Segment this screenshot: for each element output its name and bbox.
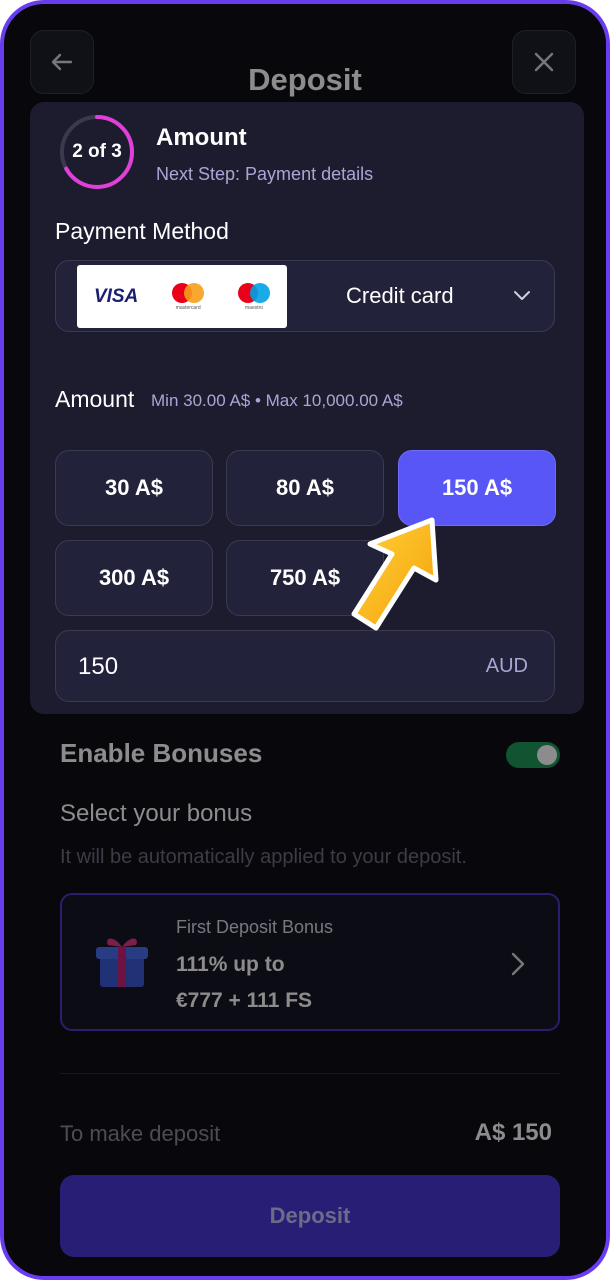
enable-bonuses-label: Enable Bonuses <box>60 738 263 768</box>
close-icon <box>534 52 554 72</box>
payment-method-label: Payment Method <box>55 218 229 244</box>
bonuses-toggle[interactable] <box>506 742 560 768</box>
amount-range: Min 30.00 A$ • Max 10,000.00 A$ <box>151 391 403 410</box>
mastercard-logo: mastercard <box>172 282 205 311</box>
deposit-amount-card: 2 of 3 Amount Next Step: Payment details… <box>30 102 584 714</box>
amount-label: Amount <box>55 386 135 412</box>
payment-method-select[interactable]: VISA mastercard maestro Credit card <box>55 260 555 332</box>
select-bonus-subtitle: It will be automatically applied to your… <box>60 846 467 868</box>
step-counter: 2 of 3 <box>72 141 122 162</box>
bonus-name: First Deposit Bonus <box>176 917 334 937</box>
amount-chip-30[interactable]: 30 A$ <box>55 450 213 526</box>
bonus-offer-line1: 111% up to <box>176 953 285 976</box>
step-title: Amount <box>156 124 247 151</box>
divider <box>60 1073 560 1074</box>
gift-icon <box>96 938 148 987</box>
amount-input-value: 150 <box>78 653 119 680</box>
deposit-button[interactable]: Deposit <box>60 1175 560 1257</box>
amount-chip-300[interactable]: 300 A$ <box>55 540 213 616</box>
deposit-total-label: To make deposit <box>60 1121 221 1146</box>
payment-method-value: Credit card <box>346 283 454 308</box>
chevron-down-icon <box>514 291 530 300</box>
chevron-right-icon <box>511 952 525 976</box>
bonus-card[interactable]: First Deposit Bonus 111% up to €777 + 11… <box>60 893 560 1031</box>
close-button[interactable] <box>512 30 576 94</box>
deposit-total-value: A$ 150 <box>474 1119 552 1146</box>
maestro-logo: maestro <box>238 282 271 311</box>
visa-logo: VISA <box>93 285 139 307</box>
device-frame: Deposit 2 of 3 Amount Next Step: Payment… <box>0 0 610 1280</box>
pointer-arrow-icon <box>351 517 439 631</box>
bonus-offer-line2: €777 + 111 FS <box>176 989 313 1012</box>
next-step-label: Next Step: Payment details <box>156 164 374 184</box>
currency-label: AUD <box>485 655 528 677</box>
amount-input[interactable]: 150 AUD <box>55 630 555 702</box>
select-bonus-title: Select your bonus <box>60 800 253 827</box>
card-logos: VISA mastercard maestro <box>77 265 287 328</box>
